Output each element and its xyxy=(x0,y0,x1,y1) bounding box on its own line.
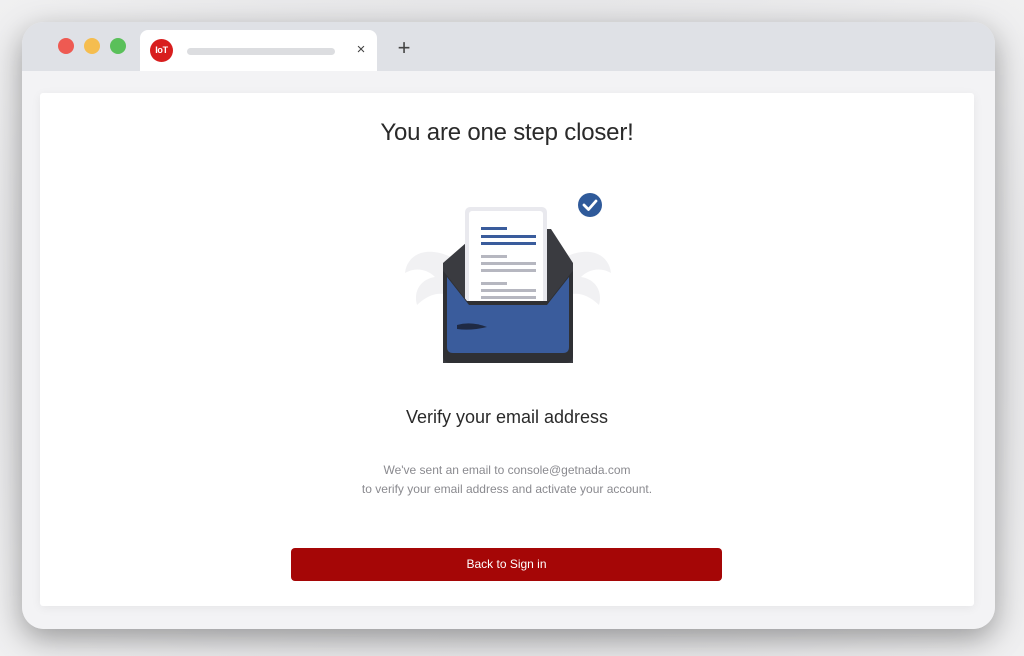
section-title: Verify your email address xyxy=(405,407,609,427)
close-window-button[interactable] xyxy=(58,38,74,54)
page-viewport: You are one step closer! Verify your ema… xyxy=(22,71,995,629)
browser-tab[interactable]: IoT × xyxy=(140,30,377,71)
minimize-window-button[interactable] xyxy=(84,38,100,54)
back-to-sign-in-button[interactable]: Back to Sign in xyxy=(291,548,722,581)
close-tab-icon[interactable]: × xyxy=(353,40,369,60)
verification-message: We've sent an email to console@getnada.c… xyxy=(40,461,974,499)
verify-email-card: You are one step closer! Verify your ema… xyxy=(40,93,974,606)
tab-title-placeholder xyxy=(187,48,335,55)
iot-logo-icon: IoT xyxy=(150,39,173,62)
maximize-window-button[interactable] xyxy=(110,38,126,54)
message-line-2: to verify your email address and activat… xyxy=(361,482,653,496)
new-tab-icon[interactable]: + xyxy=(394,37,414,59)
browser-titlebar: IoT × + xyxy=(22,22,995,71)
browser-window: IoT × + You are one step closer! Verify … xyxy=(22,22,995,629)
message-line-1: We've sent an email to console@getnada.c… xyxy=(383,463,631,477)
page-title: You are one step closer! xyxy=(380,119,634,146)
email-envelope-icon xyxy=(405,193,611,363)
